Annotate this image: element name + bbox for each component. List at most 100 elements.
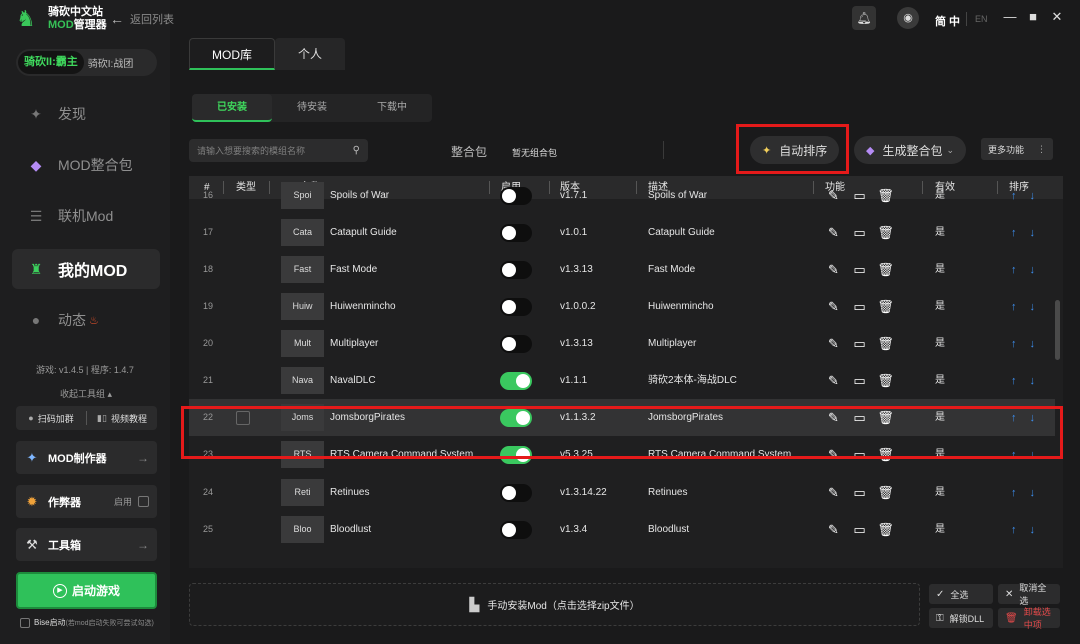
bell-icon[interactable]: 🔔︎: [852, 6, 876, 30]
arrow-up-icon[interactable]: ↑: [1011, 301, 1017, 313]
arrow-up-icon[interactable]: ↑: [1011, 338, 1017, 350]
more-functions-button[interactable]: 更多功能 ⋮: [981, 138, 1053, 160]
cheater-enable-toggle[interactable]: 启用: [114, 495, 149, 508]
edit-icon[interactable]: ✎: [825, 298, 842, 315]
table-row[interactable]: 21 Nava NavalDLC v1.1.1 骑砍2本体-海战DLC ✎ ▭ 🗑︎ 是 ↑ ↓: [189, 362, 1055, 399]
deselect-all-button[interactable]: ✕ 取消全选: [998, 583, 1060, 606]
edit-icon[interactable]: ✎: [825, 335, 842, 352]
enable-toggle[interactable]: [500, 372, 532, 390]
table-row[interactable]: 18 Fast Fast Mode v1.3.13 Fast Mode ✎ ▭ 🗑︎ 是 ↑ ↓: [189, 251, 1055, 288]
start-game-button[interactable]: ▶ 启动游戏: [16, 572, 157, 609]
arrow-down-icon[interactable]: ↓: [1030, 412, 1036, 424]
folder-icon[interactable]: ▭: [851, 187, 868, 204]
tab-personal[interactable]: 个人: [275, 38, 345, 70]
table-scrollbar[interactable]: [1055, 300, 1060, 360]
enable-toggle[interactable]: [500, 187, 532, 205]
row-select-checkbox[interactable]: [236, 411, 250, 425]
nav-my-mod[interactable]: ♜ 我的MOD: [12, 249, 160, 289]
bise-checkbox[interactable]: [20, 617, 30, 628]
table-row[interactable]: 20 Mult Multiplayer v1.3.13 Multiplayer ✎ ▭ 🗑︎ 是…: [189, 325, 1055, 362]
table-row[interactable]: 24 Reti Retinues v1.3.14.22 Retinues ✎ ▭ 🗑︎ 是 ↑ ↓: [189, 474, 1055, 511]
trash-icon[interactable]: 🗑︎: [877, 372, 894, 389]
lang-english[interactable]: EN: [975, 14, 988, 24]
search-input[interactable]: [197, 145, 353, 156]
arrow-down-icon[interactable]: ↓: [1030, 449, 1036, 461]
collapse-tools-toggle[interactable]: 收起工具组 ▴: [60, 387, 112, 400]
trash-icon[interactable]: 🗑︎: [877, 484, 894, 501]
table-row[interactable]: 22 Joms JomsborgPirates v1.1.3.2 JomsborgPir…: [189, 399, 1055, 436]
cheater-enable-checkbox[interactable]: [138, 496, 149, 507]
mod-maker-card[interactable]: ✦ MOD制作器 →: [16, 441, 157, 474]
folder-icon[interactable]: ▭: [851, 446, 868, 463]
close-icon[interactable]: ✕: [1048, 8, 1066, 26]
tab-pending[interactable]: 待安装: [272, 94, 352, 122]
arrow-up-icon[interactable]: ↑: [1011, 487, 1017, 499]
folder-icon[interactable]: ▭: [851, 372, 868, 389]
minimize-icon[interactable]: —: [1001, 8, 1019, 26]
edit-icon[interactable]: ✎: [825, 446, 842, 463]
arrow-down-icon[interactable]: ↓: [1030, 264, 1036, 276]
game-option-bannerlord[interactable]: 骑砍II:霸主: [18, 51, 84, 74]
back-to-list-button[interactable]: ← 返回列表: [110, 11, 174, 27]
arrow-down-icon[interactable]: ↓: [1030, 338, 1036, 350]
qr-join-button[interactable]: ● 扫码加群: [16, 412, 86, 425]
arrow-down-icon[interactable]: ↓: [1030, 227, 1036, 239]
arrow-up-icon[interactable]: ↑: [1011, 375, 1017, 387]
trash-icon[interactable]: 🗑︎: [877, 298, 894, 315]
arrow-up-icon[interactable]: ↑: [1011, 412, 1017, 424]
nav-feed[interactable]: ● 动态 ♨: [12, 300, 160, 340]
edit-icon[interactable]: ✎: [825, 484, 842, 501]
trash-icon[interactable]: 🗑︎: [877, 261, 894, 278]
edit-icon[interactable]: ✎: [825, 187, 842, 204]
folder-icon[interactable]: ▭: [851, 409, 868, 426]
tab-downloading[interactable]: 下载中: [352, 94, 432, 122]
enable-toggle[interactable]: [500, 224, 532, 242]
table-row[interactable]: 16 Spoi Spoils of War v1.7.1 Spoils of War ✎ ▭…: [189, 177, 1055, 214]
table-row[interactable]: 23 RTS RTS Camera Command System v5.3.25 RTS…: [189, 436, 1055, 473]
arrow-up-icon[interactable]: ↑: [1011, 264, 1017, 276]
enable-toggle[interactable]: [500, 298, 532, 316]
unlock-dll-button[interactable]: ⚿ 解锁DLL: [929, 608, 993, 628]
table-row[interactable]: 25 Bloo Bloodlust v1.3.4 Bloodlust ✎ ▭ 🗑︎ 是 ↑ ↓: [189, 511, 1055, 548]
nav-mod-pack[interactable]: ◆ MOD整合包: [12, 145, 160, 185]
arrow-down-icon[interactable]: ↓: [1030, 375, 1036, 387]
edit-icon[interactable]: ✎: [825, 409, 842, 426]
arrow-up-icon[interactable]: ↑: [1011, 524, 1017, 536]
arrow-up-icon[interactable]: ↑: [1011, 227, 1017, 239]
trash-icon[interactable]: 🗑︎: [877, 335, 894, 352]
enable-toggle[interactable]: [500, 409, 532, 427]
pack-value[interactable]: 暂无组合包: [512, 146, 557, 159]
nav-discover[interactable]: ✦ 发现: [12, 94, 160, 134]
folder-icon[interactable]: ▭: [851, 335, 868, 352]
edit-icon[interactable]: ✎: [825, 224, 842, 241]
toolbox-card[interactable]: ⚒ 工具箱 →: [16, 528, 157, 561]
cheater-card[interactable]: ✹ 作弊器 启用: [16, 485, 157, 518]
trash-icon[interactable]: 🗑︎: [877, 409, 894, 426]
enable-toggle[interactable]: [500, 446, 532, 464]
arrow-down-icon[interactable]: ↓: [1030, 524, 1036, 536]
trash-icon[interactable]: 🗑︎: [877, 187, 894, 204]
avatar[interactable]: ◉: [897, 7, 919, 29]
arrow-down-icon[interactable]: ↓: [1030, 190, 1036, 202]
folder-icon[interactable]: ▭: [851, 298, 868, 315]
table-row[interactable]: 19 Huiw Huiwenmincho v1.0.0.2 Huiwenmincho ✎ ▭…: [189, 288, 1055, 325]
search-icon[interactable]: ⚲: [353, 145, 360, 156]
game-option-warband[interactable]: 骑砍I:战团: [88, 55, 134, 70]
generate-pack-button[interactable]: ◆ 生成整合包 ⌄: [854, 136, 967, 164]
maximize-icon[interactable]: ■: [1024, 8, 1042, 26]
remove-selected-button[interactable]: 🗑︎ 卸载选中项: [998, 607, 1060, 630]
folder-icon[interactable]: ▭: [851, 261, 868, 278]
video-tutorial-button[interactable]: ▮▯ 视频教程: [87, 412, 157, 425]
enable-toggle[interactable]: [500, 335, 532, 353]
folder-icon[interactable]: ▭: [851, 521, 868, 538]
arrow-up-icon[interactable]: ↑: [1011, 190, 1017, 202]
enable-toggle[interactable]: [500, 261, 532, 279]
trash-icon[interactable]: 🗑︎: [877, 224, 894, 241]
bise-launch-option[interactable]: Bise启动 (若mod启动失败可尝试勾选): [20, 617, 154, 628]
lang-chinese[interactable]: 简 中: [935, 13, 960, 29]
auto-sort-button[interactable]: ✦ 自动排序: [750, 136, 840, 164]
edit-icon[interactable]: ✎: [825, 521, 842, 538]
trash-icon[interactable]: 🗑︎: [877, 521, 894, 538]
edit-icon[interactable]: ✎: [825, 261, 842, 278]
nav-online-mod[interactable]: ☰ 联机Mod: [12, 196, 160, 236]
